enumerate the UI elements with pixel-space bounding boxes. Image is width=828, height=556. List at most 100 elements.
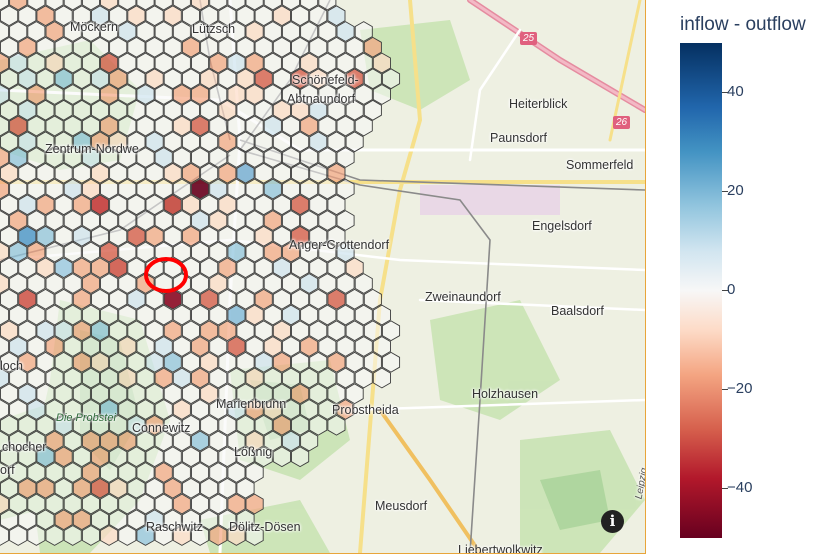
hexbin-cell[interactable] (0, 320, 19, 342)
hexbin-cell[interactable] (300, 52, 319, 74)
hexbin-cell[interactable] (263, 52, 282, 74)
hexbin-cell[interactable] (145, 36, 164, 58)
hexbin-cell[interactable] (54, 288, 73, 310)
hexbin-cell[interactable] (127, 477, 146, 499)
hexbin-cell[interactable] (236, 351, 255, 373)
hexbin-cell[interactable] (163, 320, 182, 342)
hexbin-cell[interactable] (91, 36, 110, 58)
hexbin-cell[interactable] (18, 383, 37, 405)
hexbin-cell[interactable] (327, 383, 346, 405)
hexbin-cell[interactable] (145, 225, 164, 247)
hexbin-cell[interactable] (72, 36, 91, 58)
hexbin-cell[interactable] (236, 162, 255, 184)
hexbin-cell[interactable] (27, 21, 46, 42)
hexbin-cell[interactable] (91, 509, 110, 531)
hexbin-cell[interactable] (145, 131, 164, 153)
hexbin-cell[interactable] (318, 52, 337, 74)
hexbin-cell[interactable] (327, 351, 346, 373)
hexbin-cell[interactable] (27, 52, 46, 74)
hexbin-cell[interactable] (91, 320, 110, 342)
hexbin-cell[interactable] (291, 351, 310, 373)
hexbin-cell[interactable] (100, 52, 119, 74)
hexbin-cell[interactable] (254, 99, 273, 121)
hexbin-cell[interactable] (309, 257, 328, 279)
hexbin-cell[interactable] (291, 194, 310, 216)
hexbin-cell[interactable] (272, 225, 291, 247)
hexbin-cell[interactable] (136, 52, 155, 74)
hexbin-cell[interactable] (254, 414, 273, 436)
hexbin-cell[interactable] (18, 477, 37, 499)
hexbin-cell[interactable] (109, 194, 128, 216)
hexbin-cell[interactable] (109, 351, 128, 373)
hexbin-cell[interactable] (18, 99, 37, 121)
hexbin-cell[interactable] (54, 257, 73, 279)
hexbin-cell[interactable] (18, 36, 37, 58)
hexbin-cell[interactable] (272, 162, 291, 184)
hexbin-cell[interactable] (200, 351, 219, 373)
hexbin-cell[interactable] (0, 131, 19, 153)
hexbin-cell[interactable] (54, 446, 73, 468)
hexbin-cell[interactable] (163, 36, 182, 58)
hexbin-cell[interactable] (54, 477, 73, 499)
hexbin-cell[interactable] (0, 509, 19, 531)
hexbin-cell[interactable] (309, 383, 328, 405)
hexbin-cell[interactable] (272, 257, 291, 279)
hexbin-cell[interactable] (127, 162, 146, 184)
hexbin-cell[interactable] (127, 194, 146, 216)
hexbin-cell[interactable] (118, 84, 137, 105)
hexbin-cell[interactable] (236, 68, 255, 90)
hexbin-cell[interactable] (18, 288, 37, 310)
hexbin-cell[interactable] (181, 383, 200, 405)
hexbin-cell[interactable] (327, 414, 346, 436)
hexbin-cell[interactable] (18, 194, 37, 216)
hexbin-cell[interactable] (54, 320, 73, 342)
hexbin-cell[interactable] (345, 351, 364, 373)
hexbin-cell[interactable] (354, 52, 373, 74)
hexbin-cell[interactable] (363, 351, 382, 373)
hexbin-cell[interactable] (309, 414, 328, 436)
hexbin-cell[interactable] (127, 288, 146, 310)
hexbin-cell[interactable] (272, 68, 291, 90)
hexbin-cell[interactable] (163, 446, 182, 468)
hexbin-cell[interactable] (145, 477, 164, 499)
hexbin-cell[interactable] (291, 162, 310, 184)
hexbin-cell[interactable] (27, 84, 46, 105)
hexbin-cell[interactable] (109, 225, 128, 247)
hexbin-cell[interactable] (145, 383, 164, 405)
hexbin-cell[interactable] (172, 21, 191, 42)
hexbin-cell[interactable] (109, 320, 128, 342)
hexbin-cell[interactable] (0, 477, 19, 499)
hexbin-cell[interactable] (36, 351, 55, 373)
hexbin-cell[interactable] (154, 84, 173, 105)
hexbin-cell[interactable] (0, 36, 19, 58)
hexbin-cell[interactable] (0, 68, 19, 90)
hexbin-cell[interactable] (236, 194, 255, 216)
hexbin-cell[interactable] (91, 257, 110, 279)
hexbin-cell[interactable] (245, 52, 264, 74)
hexbin-cell[interactable] (200, 414, 219, 436)
hexbin-cell[interactable] (272, 194, 291, 216)
hexbin-cell[interactable] (72, 351, 91, 373)
hexbin-cell[interactable] (118, 52, 137, 74)
hexbin-cell[interactable] (109, 257, 128, 279)
hexbin-cell[interactable] (181, 477, 200, 499)
hexbin-cell[interactable] (54, 351, 73, 373)
map-view[interactable]: Möckern Lützsch Schönefeld- Abtnaundorf … (0, 0, 646, 554)
hexbin-cell[interactable] (136, 84, 155, 105)
hexbin-cell[interactable] (254, 131, 273, 153)
hexbin-cell[interactable] (291, 383, 310, 405)
hexbin-cell[interactable] (200, 257, 219, 279)
hexbin-cell[interactable] (200, 446, 219, 468)
hexbin-cell[interactable] (327, 320, 346, 342)
hexbin-cell[interactable] (145, 351, 164, 373)
hexbin-cell[interactable] (0, 257, 19, 279)
hexbin-cell[interactable] (200, 320, 219, 342)
hexbin-cell[interactable] (218, 320, 237, 342)
hexbin-cell[interactable] (236, 99, 255, 121)
hexbin-cell[interactable] (254, 288, 273, 310)
hexbin-cell[interactable] (254, 257, 273, 279)
hexbin-cell[interactable] (254, 68, 273, 90)
hexbin-cell[interactable] (127, 446, 146, 468)
hexbin-cell[interactable] (363, 320, 382, 342)
hexbin-cell[interactable] (236, 320, 255, 342)
